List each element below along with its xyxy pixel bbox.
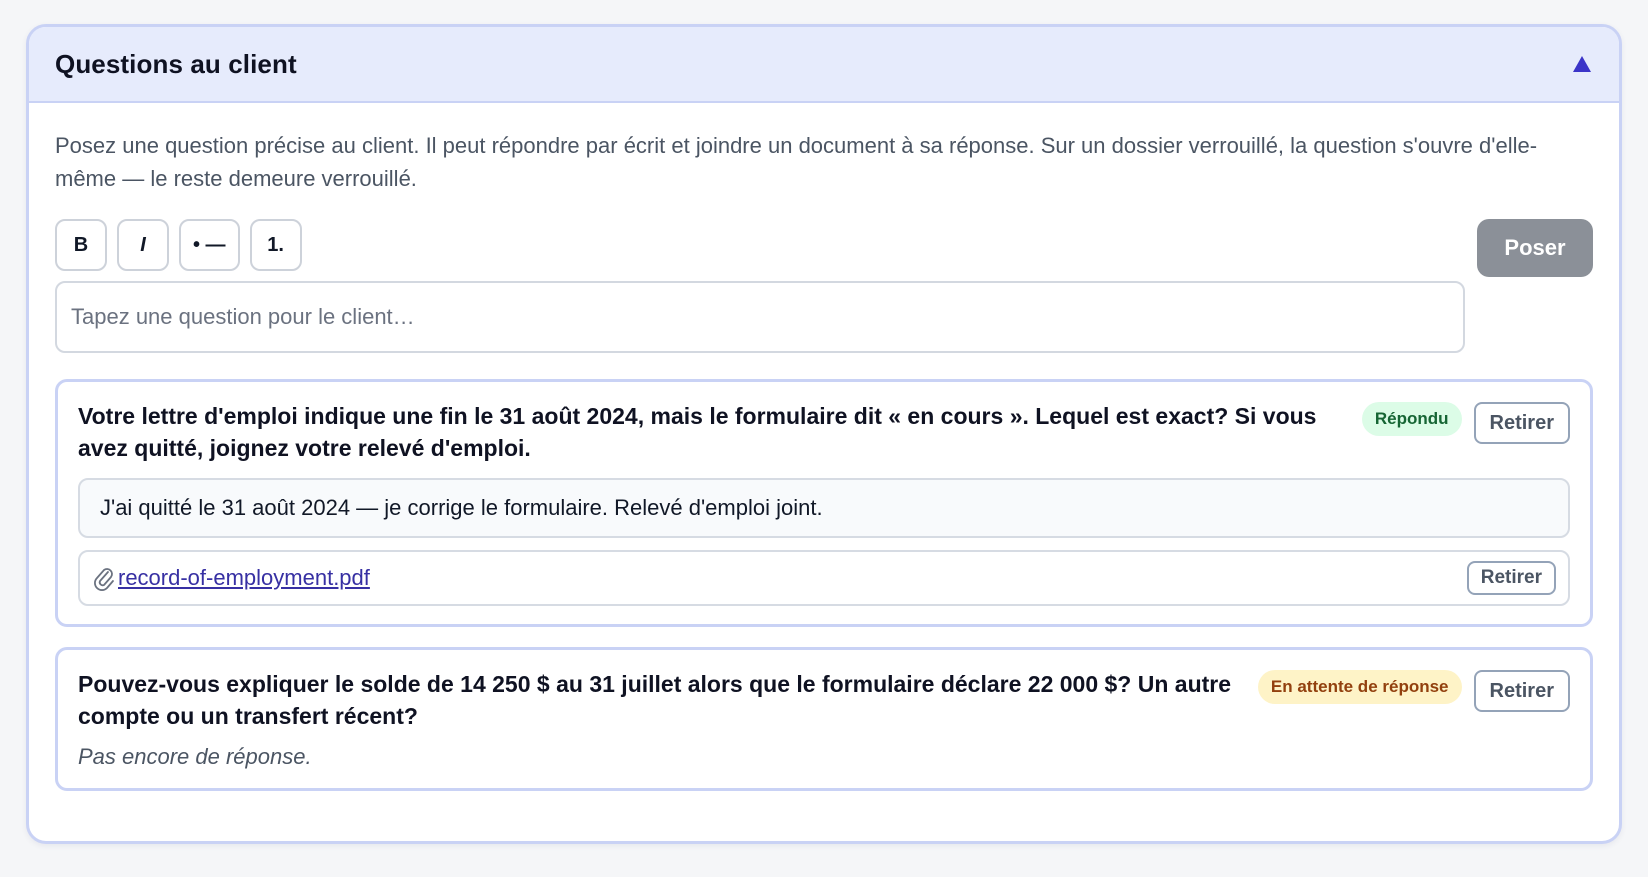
italic-button[interactable]: I [117, 219, 169, 271]
client-questions-panel: Questions au client Posez une question p… [26, 24, 1622, 844]
attachment-name[interactable]: record-of-employment.pdf [118, 565, 370, 591]
client-answer: J'ai quitté le 31 août 2024 — je corrige… [78, 478, 1570, 538]
remove-attachment-button[interactable]: Retirer [1466, 561, 1556, 595]
question-text: Votre lettre d'emploi indique une fin le… [78, 400, 1362, 464]
panel-header[interactable]: Questions au client [29, 27, 1619, 103]
remove-question-button[interactable]: Retirer [1473, 670, 1570, 712]
question-text-part: Pouvez-vous expliquer le solde de [78, 671, 461, 697]
bold-button[interactable]: B [55, 219, 107, 271]
submit-question-button[interactable]: Poser [1477, 219, 1593, 277]
attachment-row: record-of-employment.pdf Retirer [78, 550, 1570, 606]
question-input[interactable] [55, 281, 1465, 353]
question-text-emphasis: 14 250 $ [460, 671, 550, 697]
question-text: Pouvez-vous expliquer le solde de 14 250… [78, 668, 1258, 732]
question-text-part: Votre lettre d'emploi indique une fin le [78, 403, 500, 429]
question-text-emphasis: 31 août 2024 [499, 403, 638, 429]
remove-question-button[interactable]: Retirer [1473, 402, 1570, 444]
question-composer: B I • — 1. Poser [55, 219, 1593, 353]
question-card: Pouvez-vous expliquer le solde de 14 250… [55, 647, 1593, 791]
panel-body: Posez une question précise au client. Il… [29, 103, 1619, 791]
triangle-up-icon[interactable] [1571, 53, 1593, 75]
numbered-list-button[interactable]: 1. [249, 219, 302, 271]
bullet-list-button[interactable]: • — [179, 219, 240, 271]
question-card: Votre lettre d'emploi indique une fin le… [55, 379, 1593, 627]
paperclip-icon [92, 565, 116, 591]
panel-title: Questions au client [55, 48, 297, 79]
status-badge: Répondu [1361, 402, 1462, 436]
status-badge: En attente de réponse [1257, 670, 1462, 704]
help-text: Posez une question précise au client. Il… [55, 133, 1538, 191]
no-answer-text: Pas encore de réponse. [78, 744, 312, 769]
attachment-link[interactable]: record-of-employment.pdf [92, 565, 370, 591]
formatting-toolbar: B I • — 1. [55, 219, 1593, 271]
